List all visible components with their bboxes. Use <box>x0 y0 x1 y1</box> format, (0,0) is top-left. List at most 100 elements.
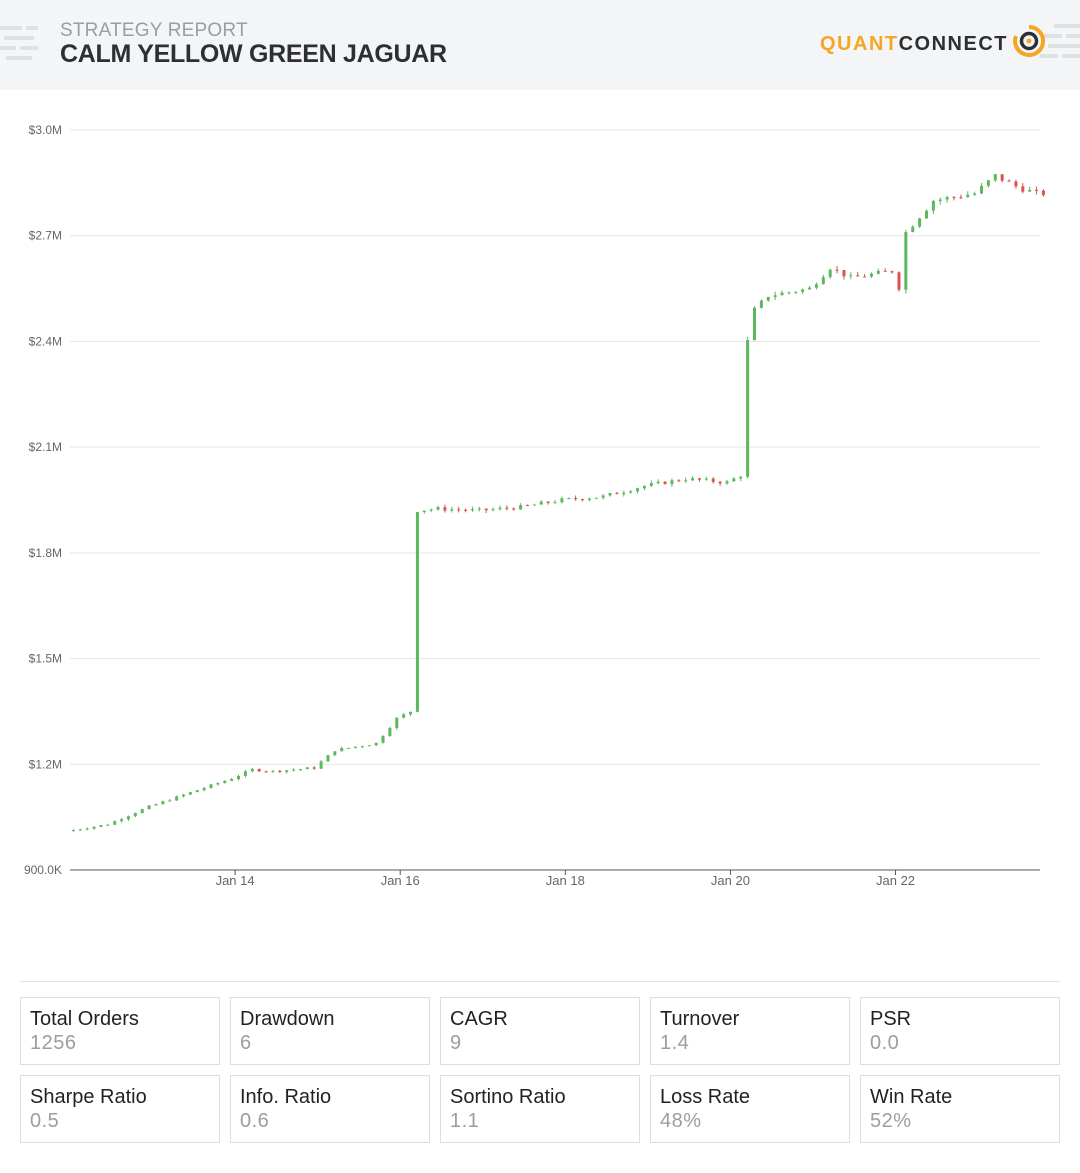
candle-body <box>835 269 839 271</box>
candle <box>85 827 89 831</box>
candle-body <box>924 210 928 219</box>
candle <box>532 503 536 506</box>
candle <box>966 191 970 198</box>
candle <box>835 266 839 274</box>
stat-value: 1256 <box>30 1032 77 1054</box>
candle <box>560 496 564 504</box>
candle-body <box>126 816 130 820</box>
candle <box>856 271 860 277</box>
candle-body <box>649 483 653 486</box>
stat-label: Info. Ratio <box>240 1086 332 1108</box>
candle-body <box>553 502 557 504</box>
candle-body <box>237 776 241 780</box>
candle <box>175 795 179 801</box>
stat-value: 1.4 <box>660 1032 690 1054</box>
candle <box>615 491 619 495</box>
candle <box>298 768 302 772</box>
candle-body <box>154 804 158 806</box>
candle-body <box>512 508 516 510</box>
stat-label: Loss Rate <box>660 1086 751 1108</box>
candle <box>505 505 509 511</box>
candle <box>1000 174 1004 183</box>
candle-body <box>113 821 117 825</box>
stat-card-cagr: CAGR 9 <box>440 997 640 1065</box>
candle-body <box>292 769 296 771</box>
candle-body <box>808 287 812 290</box>
candle-body <box>298 769 302 771</box>
candle <box>388 726 392 737</box>
candle-body <box>106 824 110 826</box>
stat-value: 0.5 <box>30 1110 60 1132</box>
candle-body <box>897 272 901 290</box>
candle-body <box>993 174 997 181</box>
candle-body <box>966 194 970 198</box>
candle-body <box>1014 181 1018 187</box>
candle <box>1035 186 1039 195</box>
candle <box>305 766 309 770</box>
candle <box>367 744 371 747</box>
candle <box>264 770 268 773</box>
stat-value: 0.6 <box>240 1110 270 1132</box>
candle <box>285 770 289 774</box>
candle <box>140 808 144 814</box>
candle <box>581 498 585 502</box>
candle-body <box>629 491 633 493</box>
candle-body <box>99 825 103 827</box>
candle <box>340 746 344 752</box>
candle-body <box>519 505 523 510</box>
candle <box>821 274 825 285</box>
candle <box>78 828 82 831</box>
candle <box>924 209 928 219</box>
candle-body <box>92 826 96 829</box>
candle <box>663 481 667 485</box>
candle <box>71 829 75 832</box>
candle-body <box>608 493 612 496</box>
candle-body <box>773 295 777 297</box>
stat-card-info-ratio: Info. Ratio 0.6 <box>230 1075 430 1143</box>
candle <box>278 770 282 774</box>
candle-body <box>429 509 433 511</box>
candle <box>869 272 873 278</box>
candle <box>209 783 213 789</box>
candle-body <box>869 273 873 277</box>
y-tick-label: $2.7M <box>29 229 62 243</box>
candle <box>808 285 812 290</box>
x-axis: Jan 14 Jan 16 Jan 18 Jan 20 Jan 22 <box>70 869 1040 888</box>
y-tick-label: $1.5M <box>29 652 62 666</box>
candle <box>883 268 887 272</box>
candle <box>202 786 206 792</box>
candle <box>993 173 997 182</box>
candle-body <box>381 735 385 743</box>
candle-body <box>636 488 640 492</box>
candle-body <box>326 755 330 762</box>
candle-body <box>285 770 289 772</box>
candle <box>292 768 296 772</box>
y-axis: 900.0K $1.2M $1.5M $1.8M $2.1M $2.4M $2.7M $3.0… <box>24 123 62 877</box>
candle <box>464 508 468 513</box>
candle <box>622 490 626 497</box>
x-tick-label: Jan 22 <box>876 873 915 888</box>
candle <box>409 711 413 717</box>
candle <box>629 489 633 494</box>
candle-body <box>856 275 860 277</box>
stat-card-psr: PSR 0.0 <box>860 997 1060 1065</box>
candle-body <box>450 509 454 511</box>
candle-body <box>1021 186 1025 192</box>
candle <box>973 191 977 196</box>
candle <box>732 477 736 482</box>
candle <box>1028 186 1032 192</box>
candle <box>753 306 757 341</box>
candle-body <box>305 767 309 770</box>
candle-body <box>828 269 832 278</box>
candle-body <box>347 747 351 749</box>
candle <box>243 769 247 778</box>
candle-body <box>794 291 798 293</box>
candle-body <box>938 199 942 201</box>
candle <box>216 782 220 786</box>
y-tick-label: $2.1M <box>29 440 62 454</box>
candle <box>402 713 406 719</box>
candle-body <box>464 509 468 511</box>
candle-body <box>581 499 585 501</box>
candle <box>911 225 915 233</box>
candle <box>223 780 227 784</box>
